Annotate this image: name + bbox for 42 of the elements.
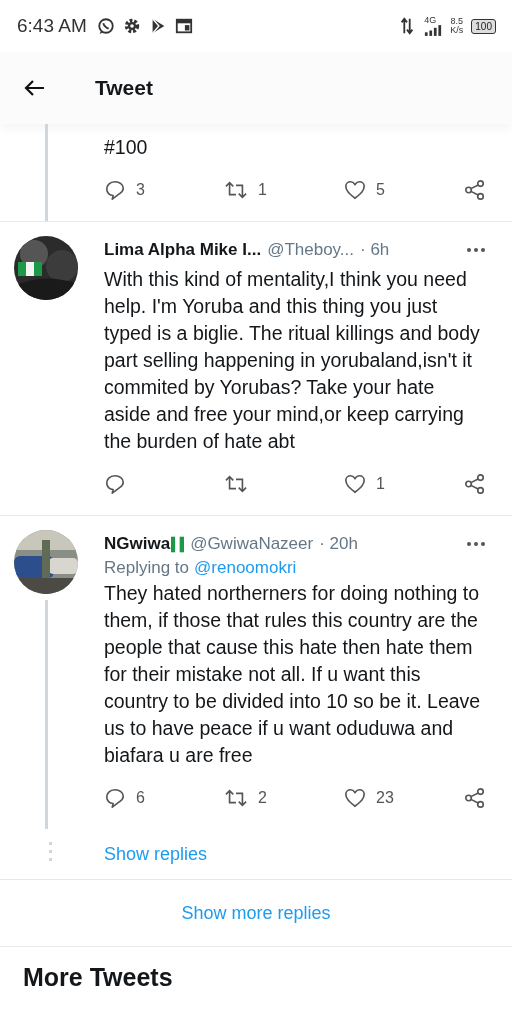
status-time: 6:43 AM [17, 15, 87, 37]
share-button[interactable] [464, 473, 486, 495]
replying-label: Replying to [104, 558, 190, 578]
speed-unit: K/s [450, 26, 464, 35]
retweet-icon [224, 473, 248, 495]
user-name: Lima Alpha Mike I... [104, 240, 262, 260]
window-icon [174, 17, 193, 35]
share-button[interactable] [464, 179, 486, 201]
retweet-button[interactable]: 2 [224, 787, 294, 809]
more-options-icon[interactable] [466, 247, 486, 253]
more-options-icon[interactable] [466, 541, 486, 547]
speech-bubble-icon [104, 787, 126, 809]
speech-bubble-icon [104, 179, 126, 201]
tweet-text: They hated northerners for doing nothing to them, if those that rules this country are the people that cause this hate then hate them for their mistake not all. If u want this country to be divided into 10 so be it. Leave us to have peace if u want oduduwa and biafara u are free [104, 581, 482, 768]
retweet-button[interactable]: 1 [224, 179, 294, 201]
signal-icon [424, 25, 443, 36]
like-button[interactable]: 5 [344, 179, 414, 201]
heart-icon [344, 179, 366, 201]
user-name: NGwiwa [104, 534, 171, 554]
network-type: 4G [424, 16, 437, 25]
chat-bubble-icon [96, 17, 115, 35]
heart-icon [344, 787, 366, 809]
reply-button[interactable]: 3 [104, 179, 174, 201]
user-handle: @GwiwaNazeer [190, 534, 314, 554]
user-handle: @Theboy... [267, 240, 354, 260]
tweet-time: · 20h [319, 534, 358, 554]
retweet-icon [224, 179, 248, 201]
share-button[interactable] [464, 787, 486, 809]
like-button[interactable]: 23 [344, 787, 414, 809]
gear-icon [122, 17, 141, 35]
like-button[interactable]: 1 [344, 473, 414, 495]
tweet-text: #100 [104, 135, 149, 160]
header-title: Tweet [95, 76, 153, 100]
speech-bubble-icon [104, 473, 126, 495]
tweet-text: With this kind of mentality,I think you need help. I'm Yoruba and this thing you just typed is a biglie. The ritual killings and body part selling happening in yorubaland,isn't it commited by Yorubas? Take your hate aside and free your mind,or keep carrying the burden of hate abt [104, 267, 481, 454]
network-speed: 8.5 [450, 17, 464, 26]
battery-level: 100 [471, 18, 496, 34]
retweet-icon [224, 787, 248, 809]
tweet-time: · 6h [360, 240, 390, 260]
reply-button[interactable]: 6 [104, 787, 174, 809]
section-title: More Tweets [22, 962, 174, 993]
heart-icon [344, 473, 366, 495]
